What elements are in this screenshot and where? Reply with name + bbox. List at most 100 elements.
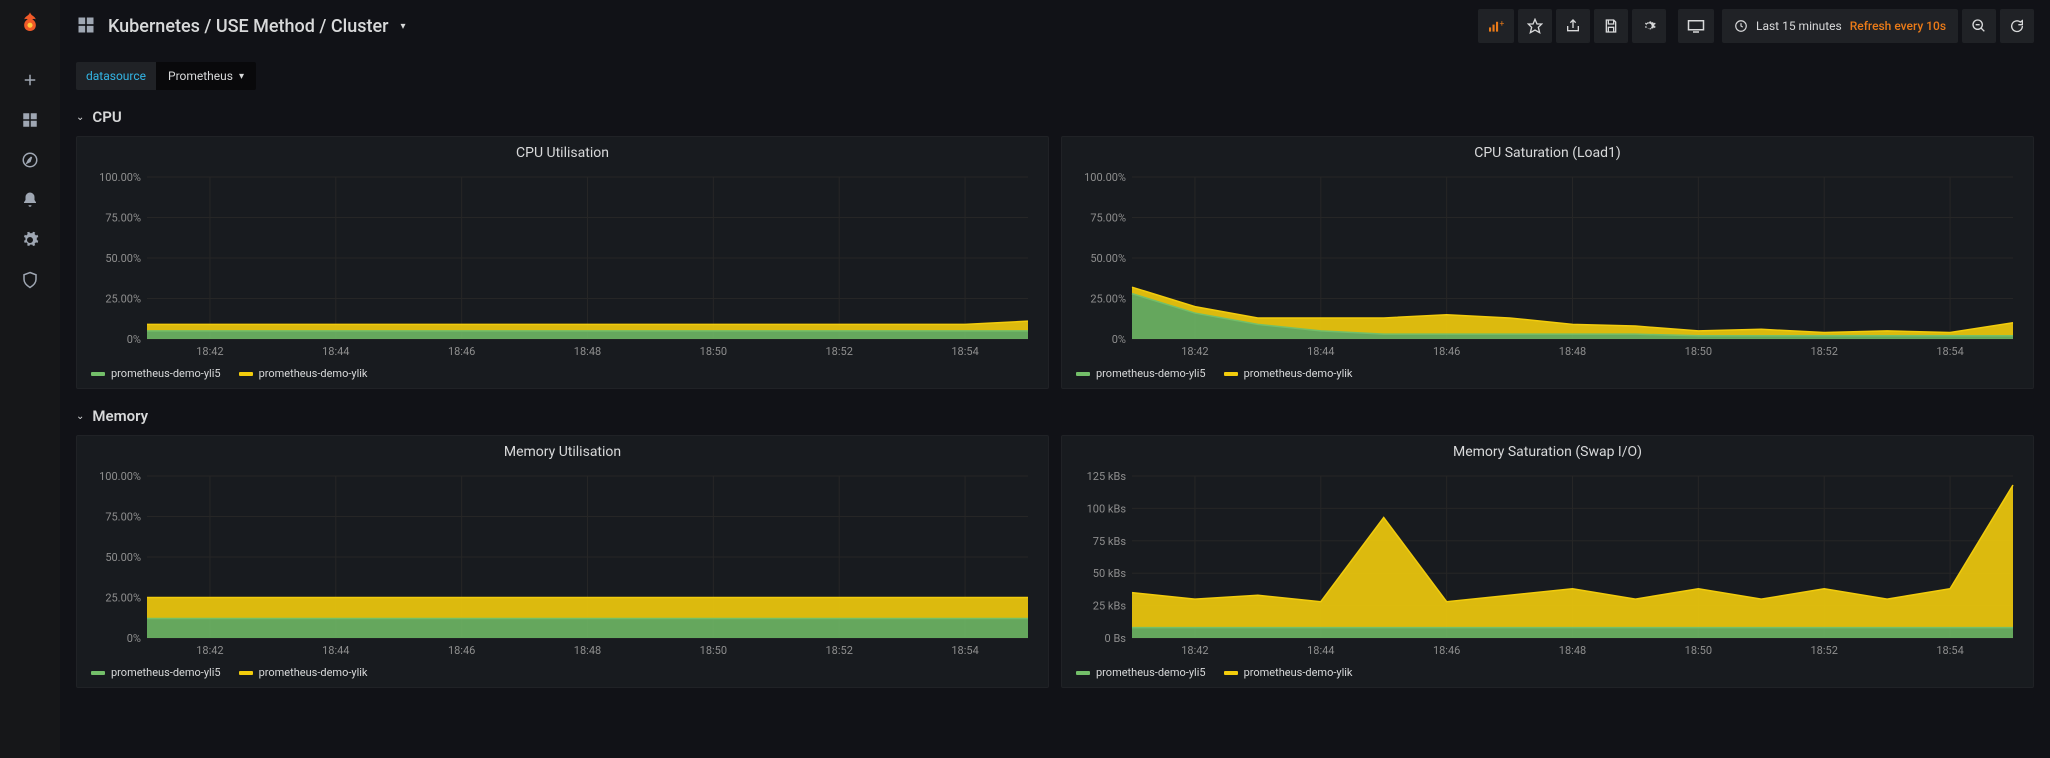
svg-text:18:46: 18:46 (448, 345, 475, 358)
nav-dashboards-icon[interactable] (10, 100, 50, 140)
svg-text:50.00%: 50.00% (1090, 252, 1126, 265)
variable-value: Prometheus (168, 69, 233, 83)
row-header-memory[interactable]: ⌄ Memory (60, 399, 2050, 435)
legend-item[interactable]: prometheus-demo-ylik (239, 367, 368, 380)
svg-text:50 kBs: 50 kBs (1093, 567, 1127, 580)
sidebar (0, 0, 60, 758)
refresh-interval-label: Refresh every 10s (1850, 19, 1946, 33)
panel-memory-utilisation[interactable]: Memory Utilisation 0%25.00%50.00%75.00%1… (76, 435, 1049, 688)
chart-area[interactable]: 0 Bs 25 kBs 50 kBs 75 kBs 100 kBs 125 kBs 18:4… (1072, 470, 2023, 660)
legend-swatch (1076, 372, 1090, 376)
nav-admin-icon[interactable] (10, 260, 50, 300)
svg-text:18:48: 18:48 (1559, 345, 1586, 358)
chevron-down-icon: ▾ (239, 71, 244, 82)
chart-area[interactable]: 0%25.00%50.00%75.00%100.00%18:4218:4418:… (87, 171, 1038, 361)
legend: prometheus-demo-yli5 prometheus-demo-ylik (87, 361, 1038, 382)
legend-label: prometheus-demo-yli5 (111, 367, 221, 380)
legend-item[interactable]: prometheus-demo-yli5 (1076, 367, 1206, 380)
dashboard-grid-icon[interactable] (76, 15, 96, 38)
svg-text:0%: 0% (127, 333, 141, 346)
row-header-cpu[interactable]: ⌄ CPU (60, 100, 2050, 136)
svg-text:18:48: 18:48 (1559, 644, 1586, 657)
panel-memory-saturation[interactable]: Memory Saturation (Swap I/O) 0 Bs 25 kBs 5… (1061, 435, 2034, 688)
nav-alerting-icon[interactable] (10, 180, 50, 220)
star-button[interactable] (1518, 9, 1552, 43)
nav-explore-icon[interactable] (10, 140, 50, 180)
legend-item[interactable]: prometheus-demo-ylik (1224, 666, 1353, 679)
legend-label: prometheus-demo-yli5 (1096, 367, 1206, 380)
nav-create-icon[interactable] (10, 60, 50, 100)
time-picker[interactable]: Last 15 minutes Refresh every 10s (1722, 9, 1958, 43)
legend-item[interactable]: prometheus-demo-yli5 (1076, 666, 1206, 679)
svg-text:75.00%: 75.00% (105, 511, 141, 524)
share-button[interactable] (1556, 9, 1590, 43)
legend: prometheus-demo-yli5 prometheus-demo-ylik (1072, 361, 2023, 382)
legend-swatch (91, 372, 105, 376)
svg-text:100.00%: 100.00% (99, 470, 141, 483)
svg-text:100.00%: 100.00% (1084, 171, 1126, 184)
legend-item[interactable]: prometheus-demo-yli5 (91, 367, 221, 380)
svg-text:0%: 0% (1112, 333, 1126, 346)
legend-item[interactable]: prometheus-demo-ylik (239, 666, 368, 679)
svg-text:18:44: 18:44 (322, 345, 349, 358)
legend-item[interactable]: prometheus-demo-ylik (1224, 367, 1353, 380)
save-button[interactable] (1594, 9, 1628, 43)
variable-label: datasource (76, 62, 156, 90)
legend-label: prometheus-demo-ylik (1244, 666, 1353, 679)
add-panel-button[interactable]: + (1478, 9, 1514, 43)
cycle-view-button[interactable] (1678, 9, 1714, 43)
svg-text:18:54: 18:54 (1936, 644, 1963, 657)
settings-button[interactable] (1632, 9, 1666, 43)
panel-title: CPU Saturation (Load1) (1072, 145, 2023, 165)
legend: prometheus-demo-yli5 prometheus-demo-ylik (1072, 660, 2023, 681)
svg-text:18:46: 18:46 (448, 644, 475, 657)
svg-text:18:42: 18:42 (1181, 345, 1208, 358)
svg-text:18:42: 18:42 (1181, 644, 1208, 657)
template-variables-bar: datasource Prometheus ▾ (60, 52, 2050, 100)
zoom-out-button[interactable] (1962, 9, 1996, 43)
chart-area[interactable]: 0%25.00%50.00%75.00%100.00%18:4218:4418:… (1072, 171, 2023, 361)
svg-text:18:50: 18:50 (700, 345, 727, 358)
svg-text:100.00%: 100.00% (99, 171, 141, 184)
svg-text:25.00%: 25.00% (105, 293, 141, 306)
svg-text:18:42: 18:42 (196, 345, 223, 358)
svg-text:18:50: 18:50 (1685, 345, 1712, 358)
variable-select[interactable]: Prometheus ▾ (156, 62, 256, 90)
legend-swatch (239, 372, 253, 376)
legend-label: prometheus-demo-ylik (1244, 367, 1353, 380)
svg-text:18:50: 18:50 (700, 644, 727, 657)
grafana-logo[interactable] (14, 8, 46, 40)
chevron-down-icon[interactable]: ▾ (400, 21, 405, 32)
svg-text:25 kBs: 25 kBs (1093, 600, 1127, 613)
svg-text:18:52: 18:52 (1811, 345, 1838, 358)
legend-swatch (1224, 372, 1238, 376)
svg-text:18:46: 18:46 (1433, 644, 1460, 657)
nav-configuration-icon[interactable] (10, 220, 50, 260)
svg-text:18:46: 18:46 (1433, 345, 1460, 358)
panel-title: Memory Saturation (Swap I/O) (1072, 444, 2023, 464)
panel-cpu-saturation[interactable]: CPU Saturation (Load1) 0%25.00%50.00%75.… (1061, 136, 2034, 389)
time-range-label: Last 15 minutes (1756, 19, 1842, 33)
row-title: Memory (92, 407, 148, 425)
legend-swatch (1076, 671, 1090, 675)
refresh-button[interactable] (2000, 9, 2034, 43)
chart-area[interactable]: 0%25.00%50.00%75.00%100.00%18:4218:4418:… (87, 470, 1038, 660)
svg-text:18:54: 18:54 (951, 644, 978, 657)
svg-text:75.00%: 75.00% (105, 212, 141, 225)
svg-text:100 kBs: 100 kBs (1087, 502, 1127, 515)
clock-icon (1734, 19, 1748, 33)
legend-item[interactable]: prometheus-demo-yli5 (91, 666, 221, 679)
svg-text:75.00%: 75.00% (1090, 212, 1126, 225)
svg-text:75 kBs: 75 kBs (1093, 535, 1127, 548)
legend-swatch (1224, 671, 1238, 675)
svg-text:25.00%: 25.00% (105, 592, 141, 605)
panel-cpu-utilisation[interactable]: CPU Utilisation 0%25.00%50.00%75.00%100.… (76, 136, 1049, 389)
svg-text:18:48: 18:48 (574, 345, 601, 358)
legend-swatch (91, 671, 105, 675)
panel-title: Memory Utilisation (87, 444, 1038, 464)
legend-label: prometheus-demo-ylik (259, 367, 368, 380)
svg-text:125 kBs: 125 kBs (1087, 470, 1127, 483)
panel-title: CPU Utilisation (87, 145, 1038, 165)
svg-text:0 Bs: 0 Bs (1105, 632, 1127, 645)
dashboard-title[interactable]: Kubernetes / USE Method / Cluster (108, 16, 388, 37)
